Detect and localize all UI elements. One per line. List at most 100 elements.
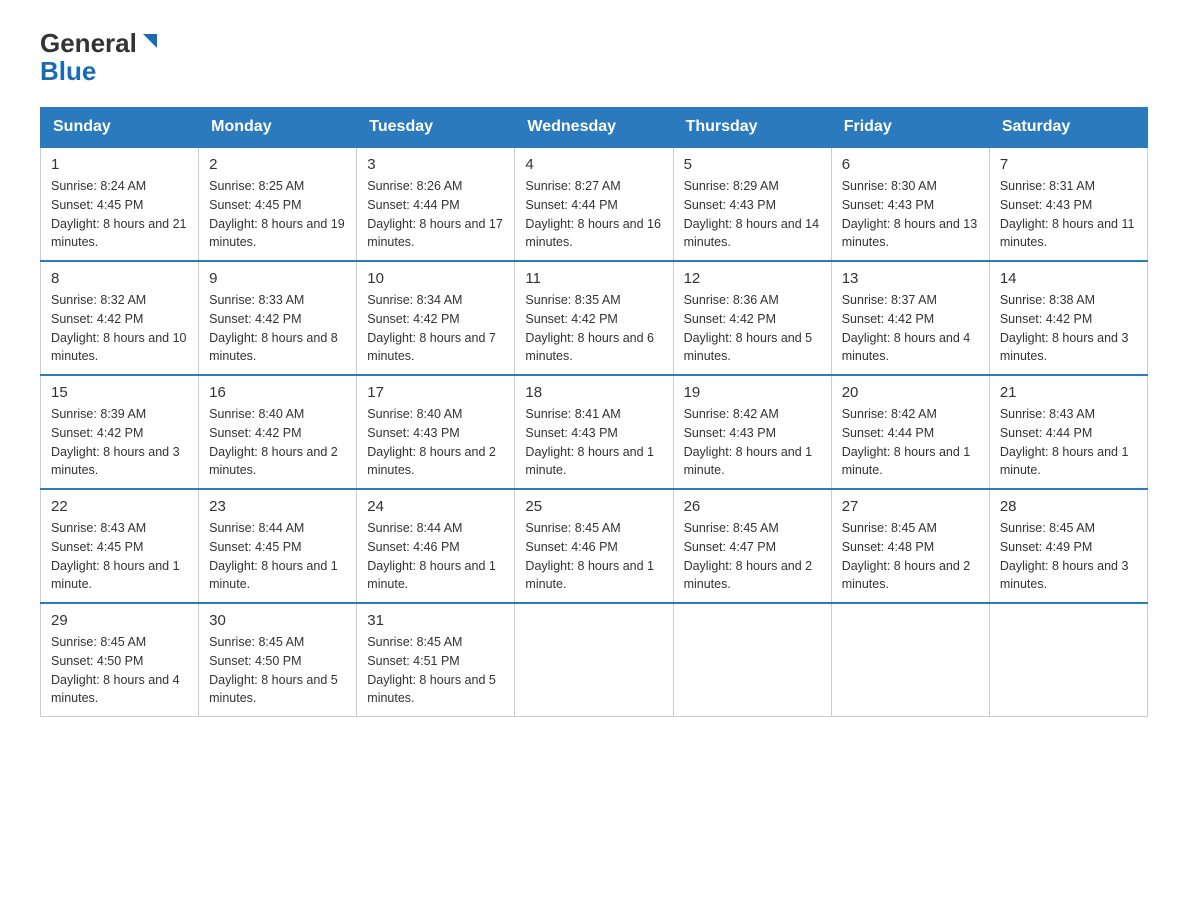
day-number: 31: [367, 612, 504, 629]
calendar-cell: [989, 603, 1147, 717]
day-number: 19: [684, 384, 821, 401]
calendar-cell: 11 Sunrise: 8:35 AMSunset: 4:42 PMDaylig…: [515, 261, 673, 375]
day-info: Sunrise: 8:24 AMSunset: 4:45 PMDaylight:…: [51, 179, 187, 249]
calendar-cell: 7 Sunrise: 8:31 AMSunset: 4:43 PMDayligh…: [989, 147, 1147, 261]
day-number: 8: [51, 270, 188, 287]
day-number: 3: [367, 156, 504, 173]
day-info: Sunrise: 8:30 AMSunset: 4:43 PMDaylight:…: [842, 179, 978, 249]
calendar-cell: [673, 603, 831, 717]
day-info: Sunrise: 8:40 AMSunset: 4:43 PMDaylight:…: [367, 407, 496, 477]
day-number: 22: [51, 498, 188, 515]
calendar-cell: 3 Sunrise: 8:26 AMSunset: 4:44 PMDayligh…: [357, 147, 515, 261]
day-number: 26: [684, 498, 821, 515]
calendar-cell: 12 Sunrise: 8:36 AMSunset: 4:42 PMDaylig…: [673, 261, 831, 375]
calendar-cell: 2 Sunrise: 8:25 AMSunset: 4:45 PMDayligh…: [199, 147, 357, 261]
week-row-3: 15 Sunrise: 8:39 AMSunset: 4:42 PMDaylig…: [41, 375, 1148, 489]
day-info: Sunrise: 8:27 AMSunset: 4:44 PMDaylight:…: [525, 179, 661, 249]
day-info: Sunrise: 8:40 AMSunset: 4:42 PMDaylight:…: [209, 407, 338, 477]
calendar-cell: 10 Sunrise: 8:34 AMSunset: 4:42 PMDaylig…: [357, 261, 515, 375]
day-info: Sunrise: 8:45 AMSunset: 4:50 PMDaylight:…: [51, 635, 180, 705]
logo-text-blue: Blue: [40, 56, 96, 87]
calendar-cell: 5 Sunrise: 8:29 AMSunset: 4:43 PMDayligh…: [673, 147, 831, 261]
calendar-cell: 16 Sunrise: 8:40 AMSunset: 4:42 PMDaylig…: [199, 375, 357, 489]
day-number: 30: [209, 612, 346, 629]
day-info: Sunrise: 8:42 AMSunset: 4:44 PMDaylight:…: [842, 407, 971, 477]
day-info: Sunrise: 8:45 AMSunset: 4:47 PMDaylight:…: [684, 521, 813, 591]
calendar-cell: 8 Sunrise: 8:32 AMSunset: 4:42 PMDayligh…: [41, 261, 199, 375]
calendar-cell: 30 Sunrise: 8:45 AMSunset: 4:50 PMDaylig…: [199, 603, 357, 717]
day-number: 28: [1000, 498, 1137, 515]
calendar-cell: 15 Sunrise: 8:39 AMSunset: 4:42 PMDaylig…: [41, 375, 199, 489]
day-number: 17: [367, 384, 504, 401]
calendar-cell: 26 Sunrise: 8:45 AMSunset: 4:47 PMDaylig…: [673, 489, 831, 603]
calendar-cell: 4 Sunrise: 8:27 AMSunset: 4:44 PMDayligh…: [515, 147, 673, 261]
calendar-cell: 29 Sunrise: 8:45 AMSunset: 4:50 PMDaylig…: [41, 603, 199, 717]
week-row-4: 22 Sunrise: 8:43 AMSunset: 4:45 PMDaylig…: [41, 489, 1148, 603]
weekday-header-row: SundayMondayTuesdayWednesdayThursdayFrid…: [41, 108, 1148, 148]
calendar-cell: 22 Sunrise: 8:43 AMSunset: 4:45 PMDaylig…: [41, 489, 199, 603]
calendar-cell: 1 Sunrise: 8:24 AMSunset: 4:45 PMDayligh…: [41, 147, 199, 261]
calendar-cell: 13 Sunrise: 8:37 AMSunset: 4:42 PMDaylig…: [831, 261, 989, 375]
calendar-cell: 23 Sunrise: 8:44 AMSunset: 4:45 PMDaylig…: [199, 489, 357, 603]
calendar-cell: [515, 603, 673, 717]
day-number: 13: [842, 270, 979, 287]
day-number: 5: [684, 156, 821, 173]
day-number: 16: [209, 384, 346, 401]
day-number: 11: [525, 270, 662, 287]
calendar-cell: 20 Sunrise: 8:42 AMSunset: 4:44 PMDaylig…: [831, 375, 989, 489]
calendar-cell: 27 Sunrise: 8:45 AMSunset: 4:48 PMDaylig…: [831, 489, 989, 603]
day-number: 25: [525, 498, 662, 515]
day-number: 15: [51, 384, 188, 401]
weekday-header-friday: Friday: [831, 108, 989, 148]
day-info: Sunrise: 8:29 AMSunset: 4:43 PMDaylight:…: [684, 179, 820, 249]
day-number: 9: [209, 270, 346, 287]
weekday-header-sunday: Sunday: [41, 108, 199, 148]
weekday-header-saturday: Saturday: [989, 108, 1147, 148]
day-info: Sunrise: 8:26 AMSunset: 4:44 PMDaylight:…: [367, 179, 503, 249]
logo-text-general: General: [40, 30, 137, 56]
page-header: General Blue: [40, 30, 1148, 87]
day-info: Sunrise: 8:45 AMSunset: 4:48 PMDaylight:…: [842, 521, 971, 591]
calendar-cell: 19 Sunrise: 8:42 AMSunset: 4:43 PMDaylig…: [673, 375, 831, 489]
day-number: 27: [842, 498, 979, 515]
calendar-cell: 24 Sunrise: 8:44 AMSunset: 4:46 PMDaylig…: [357, 489, 515, 603]
day-number: 23: [209, 498, 346, 515]
weekday-header-monday: Monday: [199, 108, 357, 148]
day-info: Sunrise: 8:38 AMSunset: 4:42 PMDaylight:…: [1000, 293, 1129, 363]
day-number: 21: [1000, 384, 1137, 401]
day-info: Sunrise: 8:32 AMSunset: 4:42 PMDaylight:…: [51, 293, 187, 363]
calendar-cell: 28 Sunrise: 8:45 AMSunset: 4:49 PMDaylig…: [989, 489, 1147, 603]
weekday-header-tuesday: Tuesday: [357, 108, 515, 148]
calendar-cell: 17 Sunrise: 8:40 AMSunset: 4:43 PMDaylig…: [357, 375, 515, 489]
week-row-2: 8 Sunrise: 8:32 AMSunset: 4:42 PMDayligh…: [41, 261, 1148, 375]
calendar-cell: [831, 603, 989, 717]
day-info: Sunrise: 8:34 AMSunset: 4:42 PMDaylight:…: [367, 293, 496, 363]
day-info: Sunrise: 8:33 AMSunset: 4:42 PMDaylight:…: [209, 293, 338, 363]
day-number: 24: [367, 498, 504, 515]
logo-triangle-icon: [139, 30, 161, 52]
day-info: Sunrise: 8:45 AMSunset: 4:49 PMDaylight:…: [1000, 521, 1129, 591]
calendar-cell: 9 Sunrise: 8:33 AMSunset: 4:42 PMDayligh…: [199, 261, 357, 375]
day-info: Sunrise: 8:42 AMSunset: 4:43 PMDaylight:…: [684, 407, 813, 477]
day-number: 20: [842, 384, 979, 401]
day-info: Sunrise: 8:43 AMSunset: 4:45 PMDaylight:…: [51, 521, 180, 591]
day-number: 12: [684, 270, 821, 287]
calendar-cell: 18 Sunrise: 8:41 AMSunset: 4:43 PMDaylig…: [515, 375, 673, 489]
day-info: Sunrise: 8:44 AMSunset: 4:46 PMDaylight:…: [367, 521, 496, 591]
calendar-cell: 14 Sunrise: 8:38 AMSunset: 4:42 PMDaylig…: [989, 261, 1147, 375]
day-number: 6: [842, 156, 979, 173]
day-info: Sunrise: 8:44 AMSunset: 4:45 PMDaylight:…: [209, 521, 338, 591]
day-number: 29: [51, 612, 188, 629]
weekday-header-thursday: Thursday: [673, 108, 831, 148]
logo: General Blue: [40, 30, 161, 87]
week-row-1: 1 Sunrise: 8:24 AMSunset: 4:45 PMDayligh…: [41, 147, 1148, 261]
day-info: Sunrise: 8:37 AMSunset: 4:42 PMDaylight:…: [842, 293, 971, 363]
day-info: Sunrise: 8:41 AMSunset: 4:43 PMDaylight:…: [525, 407, 654, 477]
day-number: 2: [209, 156, 346, 173]
day-number: 10: [367, 270, 504, 287]
day-number: 7: [1000, 156, 1137, 173]
day-info: Sunrise: 8:31 AMSunset: 4:43 PMDaylight:…: [1000, 179, 1135, 249]
week-row-5: 29 Sunrise: 8:45 AMSunset: 4:50 PMDaylig…: [41, 603, 1148, 717]
day-info: Sunrise: 8:39 AMSunset: 4:42 PMDaylight:…: [51, 407, 180, 477]
day-info: Sunrise: 8:45 AMSunset: 4:50 PMDaylight:…: [209, 635, 338, 705]
